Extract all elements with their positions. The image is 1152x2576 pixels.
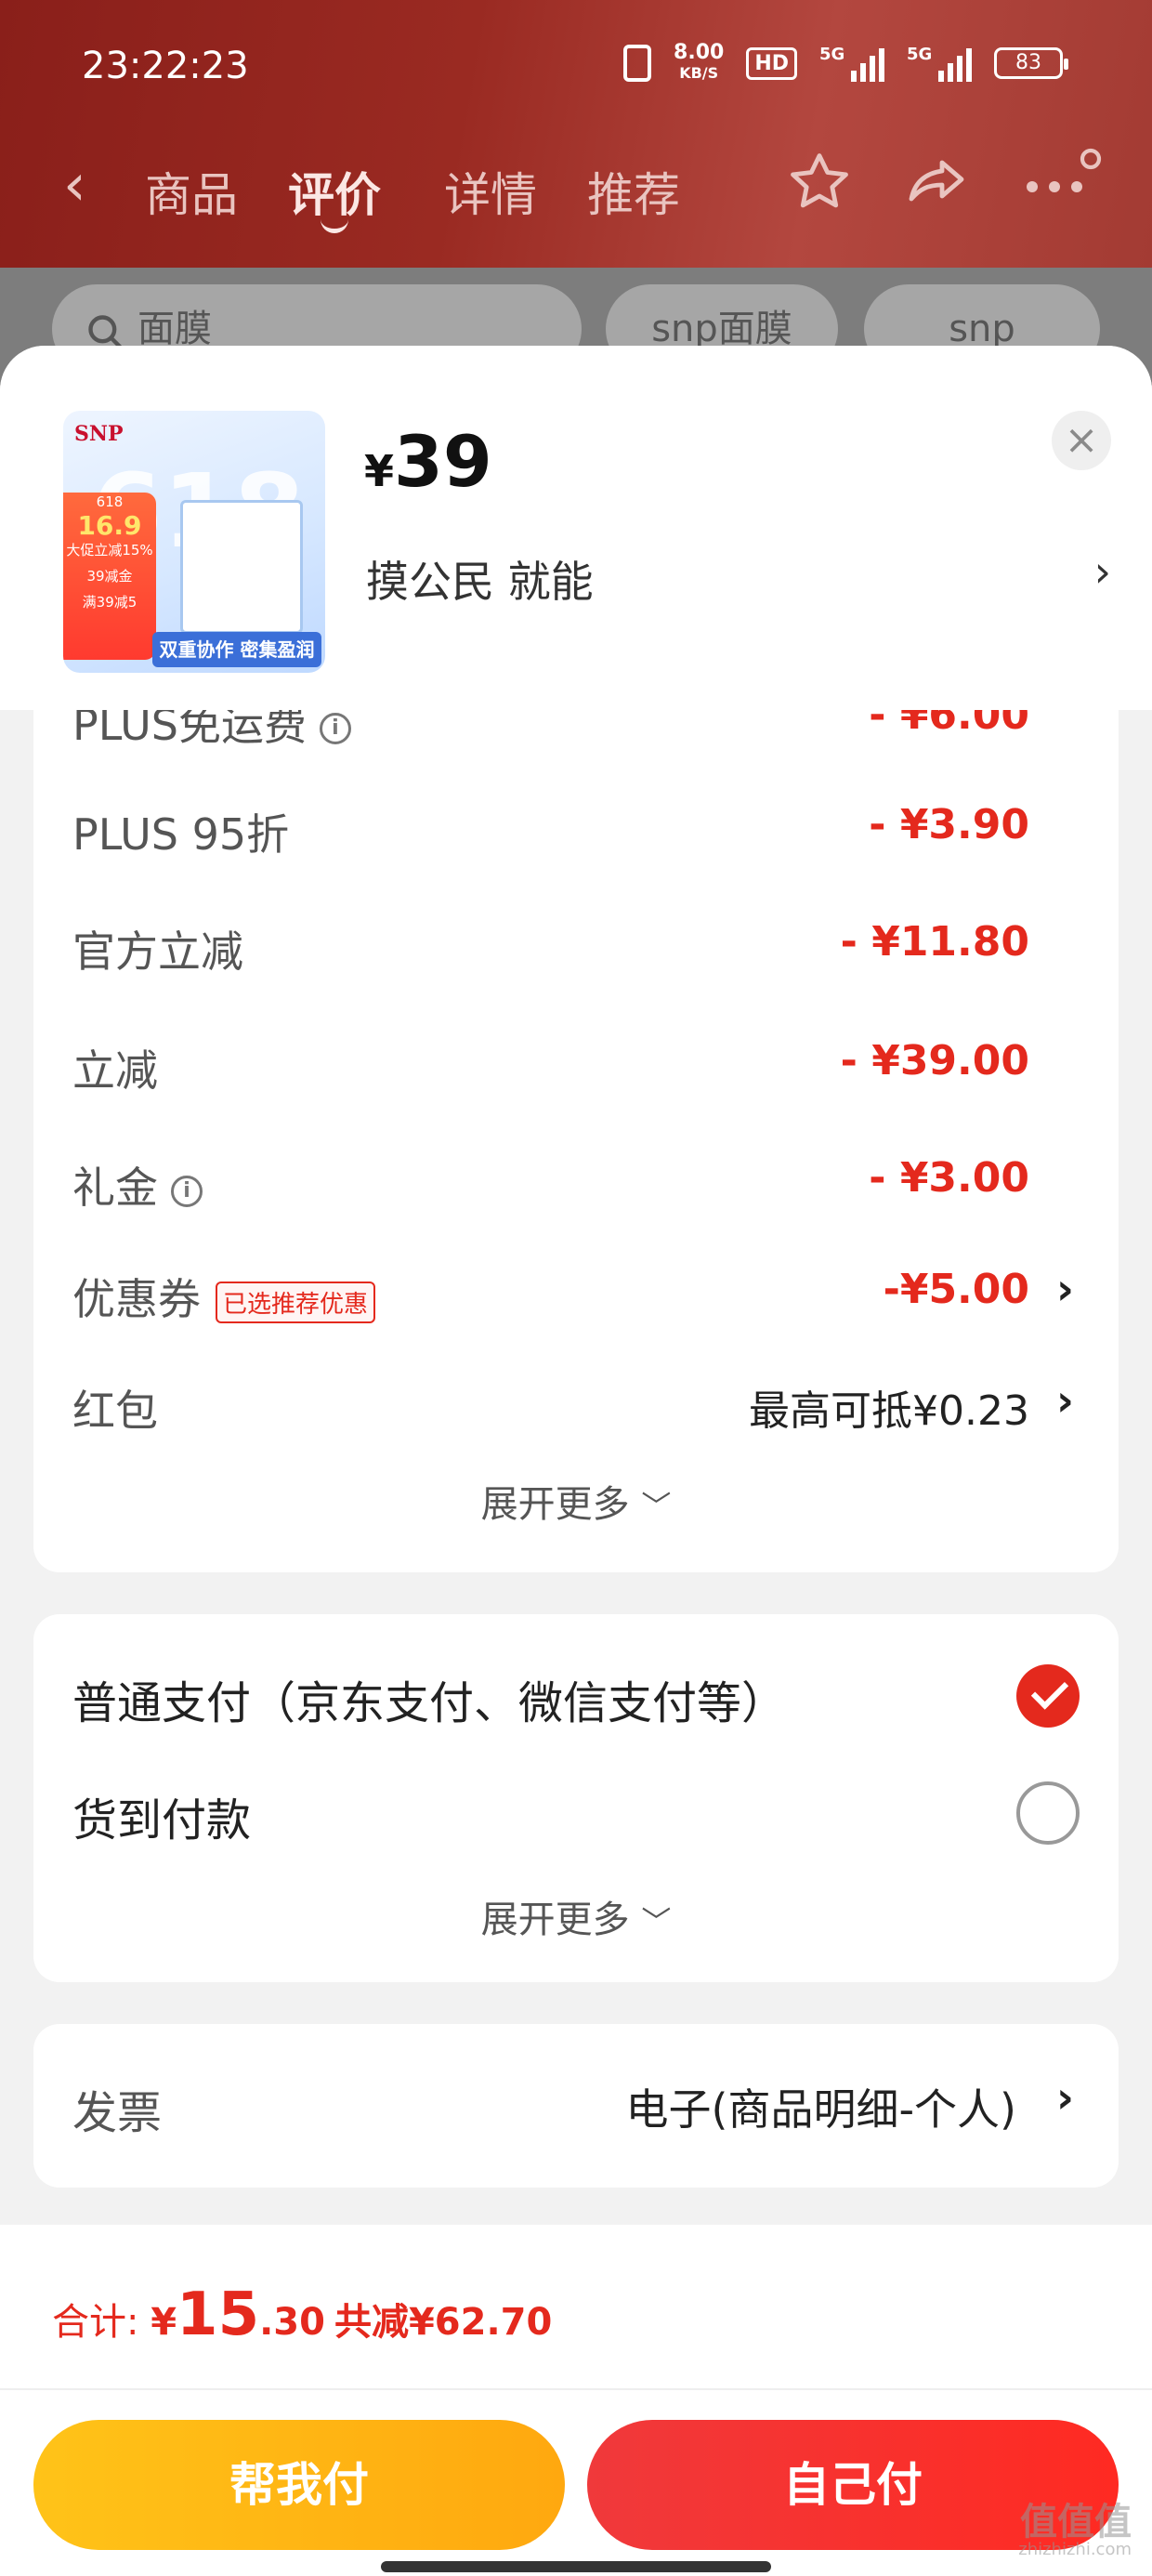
expand-more-link[interactable]: 展开更多 ﹀ (33, 1889, 1119, 1943)
chevron-right-icon[interactable]: › (1056, 1264, 1074, 1314)
signal-label-2: 5G (907, 45, 933, 64)
order-total: 合计: ¥15.30 共减¥62.70 (52, 2280, 552, 2349)
signal-icon: 5G (819, 45, 884, 82)
red-packet-row[interactable]: 红包 最高可抵¥0.23 › (33, 1364, 1119, 1439)
battery-icon: 83 (994, 47, 1068, 79)
badge-line: 39减金 (86, 568, 133, 585)
checkout-footer: 合计: ¥15.30 共减¥62.70 帮我付 自己付 值值值 zhizhizhi… (0, 2225, 1152, 2576)
discount-label: 礼金 (72, 1163, 158, 1213)
badge-top: 618 (96, 493, 124, 510)
recommended-tag: 已选推荐优惠 (216, 1281, 376, 1323)
signal-icon-2: 5G (907, 45, 972, 82)
total-integer: 15 (177, 2280, 260, 2349)
discount-label: 官方立减 (72, 927, 243, 977)
invoice-card[interactable]: 发票 电子(商品明细-个人) › (33, 2024, 1119, 2188)
chevron-right-icon[interactable]: › (1094, 546, 1111, 597)
promo-badge: 618 16.9 大促立减15% 39减金 满39减5 (63, 493, 156, 660)
page-header: 23:22:23 8.00 KB/S HD 5G 5G 83 ‹ 商品 评价 详… (0, 0, 1152, 268)
home-indicator[interactable] (381, 2561, 771, 2572)
invoice-value: 电子(商品明细-个人) (625, 2084, 1017, 2135)
expand-label: 展开更多 (480, 1899, 630, 1941)
mask-box-graphic (180, 500, 303, 634)
payment-option-cod[interactable]: 货到付款 (72, 1783, 251, 1848)
tab-details[interactable]: 详情 (444, 158, 537, 225)
discount-value: - ¥3.00 (869, 1154, 1029, 1202)
discount-row: PLUS免运费 i - ¥6.00 (33, 710, 1119, 753)
total-currency: ¥ (151, 2301, 177, 2344)
price-currency: ¥ (364, 446, 395, 496)
discount-value: - ¥11.80 (840, 918, 1029, 966)
tab-product[interactable]: 商品 (145, 158, 238, 225)
image-bottom-banner: 双重协作 密集盈润 (152, 632, 321, 667)
watermark-logo: 值值值 (1020, 2501, 1132, 2543)
info-icon[interactable]: i (171, 1175, 203, 1207)
chevron-right-icon[interactable]: › (1056, 1375, 1074, 1426)
watermark-site: zhizhizhi.com (1018, 2540, 1132, 2559)
red-packet-value: 最高可抵¥0.23 (749, 1387, 1029, 1435)
discount-label: PLUS免运费 (72, 710, 307, 750)
vibrate-icon (623, 45, 652, 82)
chevron-down-icon: ﹀ (641, 1489, 672, 1524)
chevron-left-icon[interactable]: ‹ (63, 156, 86, 214)
hd-icon: HD (746, 46, 797, 80)
product-summary: SNP 618 618 16.9 大促立减15% 39减金 满39减5 双重协作… (0, 346, 1152, 710)
selected-spec[interactable]: 摸公民 就能 (366, 548, 594, 610)
pay-for-me-button[interactable]: 帮我付 (33, 2420, 565, 2550)
discount-label: 红包 (72, 1386, 158, 1436)
discount-card: PLUS免运费 i - ¥6.00 PLUS 95折 - ¥3.90 官方立减 -… (33, 710, 1119, 1572)
share-icon[interactable] (903, 149, 970, 216)
brand-logo: SNP (74, 422, 124, 446)
star-icon[interactable] (786, 149, 853, 216)
discount-row: PLUS 95折 - ¥3.90 (33, 788, 1119, 862)
close-icon: × (1064, 416, 1099, 464)
active-tab-indicator (321, 214, 348, 233)
coupon-row[interactable]: 优惠券 已选推荐优惠 -¥5.00 › (33, 1253, 1119, 1327)
coupon-value: -¥5.00 (883, 1266, 1029, 1313)
close-button[interactable]: × (1052, 411, 1111, 470)
invoice-label: 发票 (72, 2087, 163, 2139)
total-label: 合计: (52, 2301, 151, 2344)
discount-row: 礼金 i - ¥3.00 (33, 1141, 1119, 1216)
badge-line: 满39减5 (82, 594, 137, 611)
discount-label: 立减 (72, 1045, 158, 1096)
chevron-down-icon: ﹀ (641, 1904, 672, 1939)
product-price: ¥39 (364, 420, 492, 503)
total-savings: 共减¥62.70 (334, 2301, 553, 2344)
payment-option-normal[interactable]: 普通支付（京东支付、微信支付等） (72, 1666, 786, 1731)
badge-price: 16.9 (77, 510, 142, 541)
more-icon[interactable] (1018, 145, 1102, 212)
price-value: 39 (394, 420, 492, 503)
expand-label: 展开更多 (480, 1483, 630, 1526)
status-time: 23:22:23 (82, 45, 249, 87)
product-image: SNP 618 618 16.9 大促立减15% 39减金 满39减5 双重协作… (63, 411, 325, 673)
discount-row: 立减 - ¥39.00 (33, 1024, 1119, 1098)
search-chip-label: 面膜 (137, 308, 212, 350)
network-speed: 8.00 KB/S (674, 43, 724, 84)
payment-card: 普通支付（京东支付、微信支付等） 货到付款 展开更多 ﹀ (33, 1614, 1119, 1982)
product-nav: ‹ 商品 评价 详情 推荐 (0, 148, 1152, 233)
badge-line: 大促立减15% (66, 542, 153, 559)
info-icon[interactable]: i (319, 712, 351, 744)
radio-unchecked[interactable] (1016, 1781, 1080, 1845)
signal-label: 5G (819, 45, 845, 64)
discount-label: 优惠券 (72, 1274, 201, 1324)
chevron-right-icon[interactable]: › (1056, 2072, 1074, 2123)
checkout-sheet: SNP 618 618 16.9 大促立减15% 39减金 满39减5 双重协作… (0, 346, 1152, 2576)
speed-unit: KB/S (679, 64, 719, 82)
total-decimal: .30 (259, 2301, 325, 2344)
discount-label: PLUS 95折 (72, 809, 290, 860)
divider (0, 2388, 1152, 2390)
discount-row: 官方立减 - ¥11.80 (33, 905, 1119, 979)
watermark: 值值值 zhizhizhi.com (1018, 2504, 1132, 2559)
status-icons: 8.00 KB/S HD 5G 5G 83 (623, 43, 1068, 84)
tab-recommend[interactable]: 推荐 (587, 158, 680, 225)
discount-value: - ¥3.90 (869, 801, 1029, 848)
discount-value: - ¥39.00 (840, 1037, 1029, 1084)
discount-value: - ¥6.00 (869, 710, 1029, 739)
speed-value: 8.00 (674, 41, 725, 64)
expand-more-link[interactable]: 展开更多 ﹀ (33, 1474, 1119, 1528)
radio-checked[interactable] (1016, 1664, 1080, 1728)
